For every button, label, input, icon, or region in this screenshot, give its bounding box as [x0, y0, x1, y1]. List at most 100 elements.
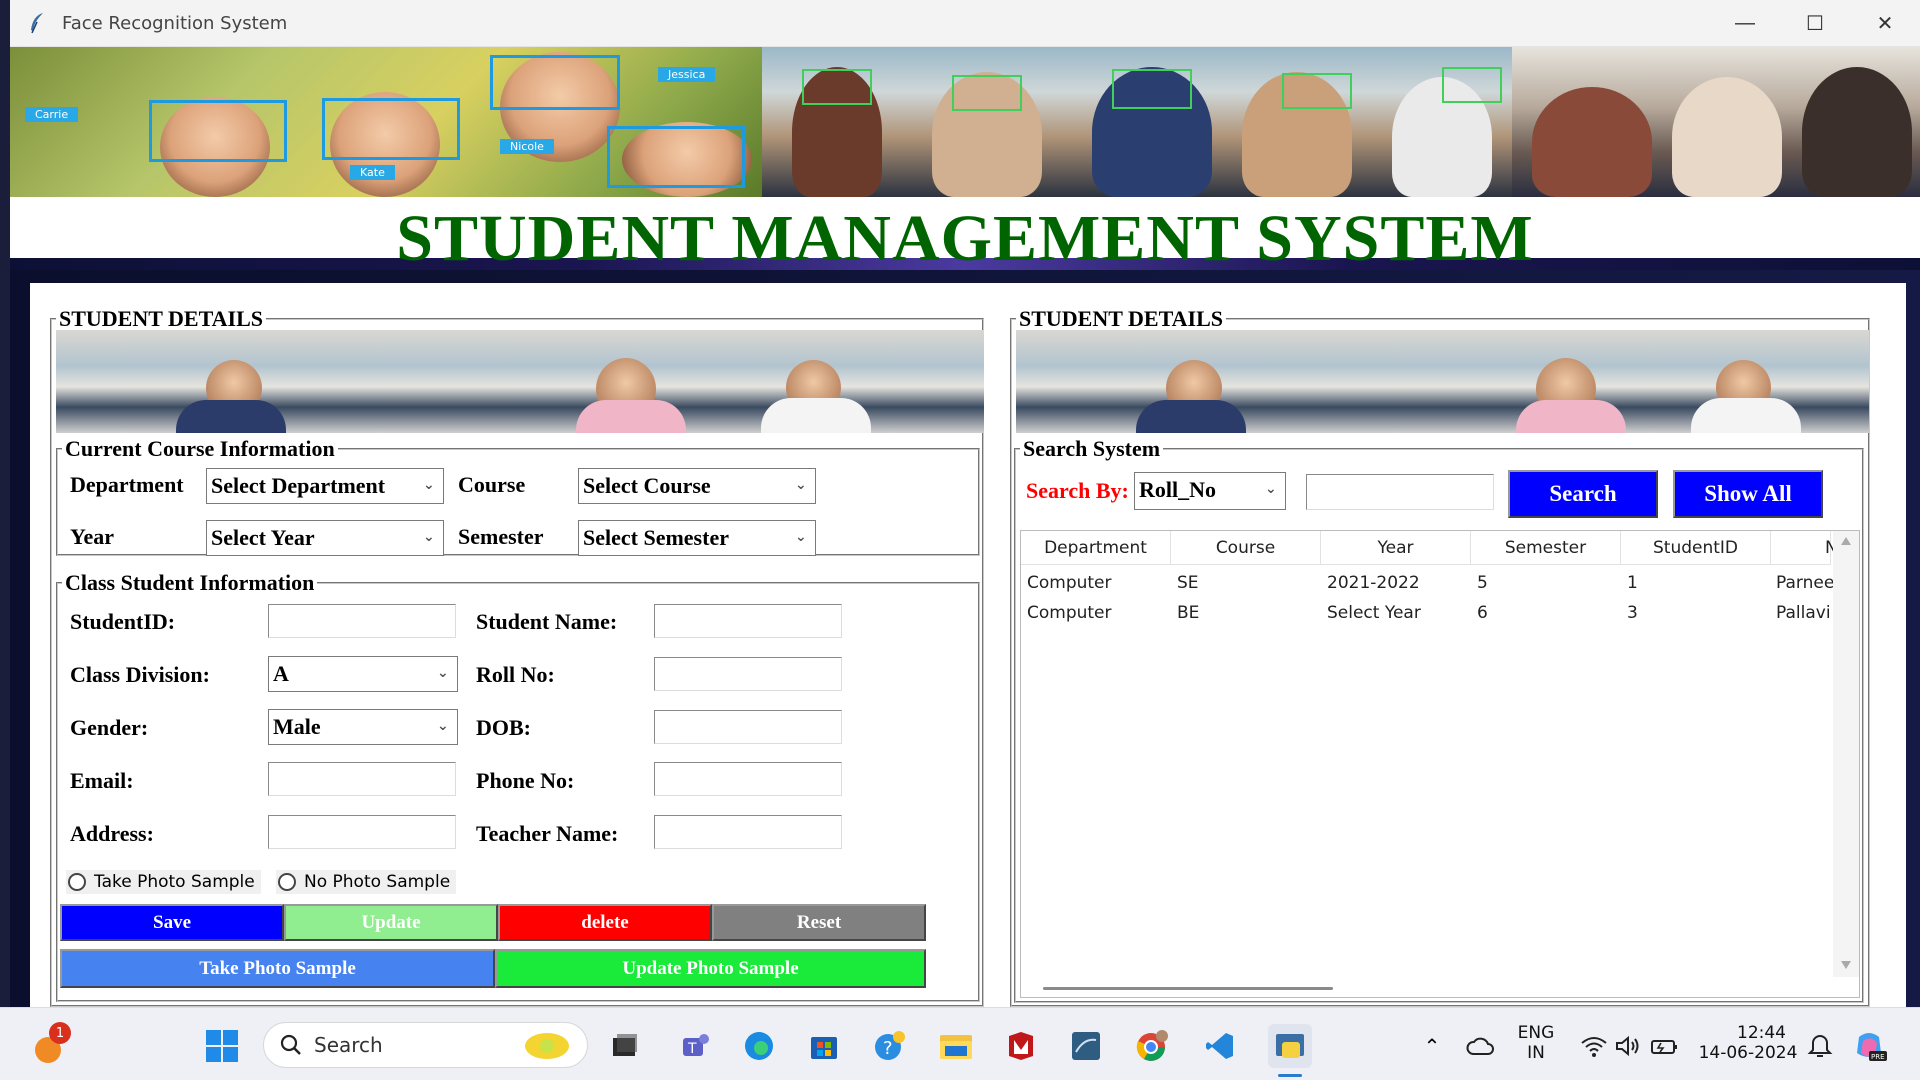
- take-photo-radio[interactable]: Take Photo Sample: [66, 870, 261, 894]
- take-photo-button[interactable]: Take Photo Sample: [60, 949, 495, 988]
- save-button[interactable]: Save: [60, 904, 284, 941]
- search-icon: [280, 1034, 301, 1055]
- email-field[interactable]: [268, 762, 456, 796]
- column-header-department[interactable]: Department: [1021, 531, 1171, 565]
- face-box: [149, 100, 287, 162]
- child-figure: [761, 398, 871, 433]
- cloud-icon[interactable]: [1462, 1028, 1498, 1064]
- horizontal-scrollbar[interactable]: [1043, 987, 1333, 990]
- reset-button[interactable]: Reset: [712, 904, 926, 941]
- column-header-semester[interactable]: Semester: [1471, 531, 1621, 565]
- semester-label: Semester: [458, 524, 544, 549]
- search-by-label: Search By:: [1026, 478, 1129, 503]
- search-system-frame: Search System Search By: Roll_No ⌄ Search…: [1014, 436, 1864, 1003]
- course-select[interactable]: Select Course ⌄: [578, 468, 816, 504]
- mcafee-icon[interactable]: [1003, 1028, 1039, 1064]
- table-cell: Select Year: [1327, 603, 1421, 623]
- volume-icon[interactable]: [1610, 1028, 1646, 1064]
- column-header-studentid[interactable]: StudentID: [1621, 531, 1771, 565]
- chevron-down-icon: ⌄: [795, 477, 807, 493]
- scroll-down-arrow-icon[interactable]: [1841, 961, 1851, 969]
- table-cell: SE: [1177, 573, 1199, 593]
- svg-text:T: T: [687, 1041, 697, 1057]
- svg-text:PRE: PRE: [1871, 1053, 1885, 1061]
- class-info-title: Class Student Information: [62, 570, 318, 596]
- address-field[interactable]: [268, 815, 456, 849]
- windows-start-icon[interactable]: [204, 1028, 240, 1064]
- edge-icon[interactable]: [741, 1028, 777, 1064]
- chevron-down-icon: ⌄: [437, 665, 449, 681]
- phone-field[interactable]: [654, 762, 842, 796]
- chrome-icon[interactable]: [1134, 1028, 1170, 1064]
- face-box: [1442, 67, 1502, 103]
- delete-button[interactable]: delete: [498, 904, 712, 941]
- child-figure: [1691, 398, 1801, 433]
- help-icon[interactable]: ?: [872, 1028, 908, 1064]
- battery-icon[interactable]: [1646, 1028, 1682, 1064]
- department-label: Department: [70, 472, 184, 497]
- app-window: Face Recognition System — ☐ ✕ Carrie Kat…: [10, 0, 1920, 1007]
- python-app-icon[interactable]: [1268, 1024, 1312, 1068]
- roll-no-label: Roll No:: [476, 662, 555, 687]
- dob-field[interactable]: [654, 710, 842, 744]
- face-box: [490, 55, 620, 110]
- column-header-year[interactable]: Year: [1321, 531, 1471, 565]
- search-button[interactable]: Search: [1508, 470, 1658, 518]
- store-icon[interactable]: [806, 1028, 842, 1064]
- minimize-button[interactable]: —: [1710, 0, 1780, 46]
- mysql-workbench-icon[interactable]: [1068, 1028, 1104, 1064]
- face-box: [607, 126, 745, 188]
- table-cell: 1: [1627, 573, 1638, 593]
- teams-icon[interactable]: T: [677, 1028, 713, 1064]
- scroll-up-arrow-icon[interactable]: [1841, 537, 1851, 545]
- clock[interactable]: 12:44 14-06-2024: [1696, 1023, 1800, 1063]
- taskbar-search[interactable]: Search: [263, 1022, 588, 1068]
- face-tag: Kate: [350, 165, 395, 180]
- student-figure: [1802, 67, 1912, 197]
- close-button[interactable]: ✕: [1850, 0, 1920, 46]
- dob-label: DOB:: [476, 715, 531, 740]
- radio-circle-icon: [68, 873, 86, 891]
- student-id-field[interactable]: [268, 604, 456, 638]
- language-indicator[interactable]: ENG IN: [1512, 1023, 1560, 1063]
- vertical-scrollbar[interactable]: [1833, 531, 1859, 977]
- vscode-icon[interactable]: [1202, 1028, 1238, 1064]
- department-select[interactable]: Select Department ⌄: [206, 468, 444, 504]
- wifi-icon[interactable]: [1576, 1028, 1612, 1064]
- right-student-details-frame: STUDENT DETAILS Search System Search By:…: [1010, 306, 1870, 1007]
- phone-label: Phone No:: [476, 768, 575, 793]
- address-label: Address:: [70, 821, 154, 846]
- roll-no-field[interactable]: [654, 657, 842, 691]
- search-by-select[interactable]: Roll_No ⌄: [1134, 472, 1286, 510]
- year-select[interactable]: Select Year ⌄: [206, 520, 444, 556]
- maximize-button[interactable]: ☐: [1780, 0, 1850, 46]
- student-name-field[interactable]: [654, 604, 842, 638]
- teacher-field[interactable]: [654, 815, 842, 849]
- chevron-down-icon: ⌄: [437, 718, 449, 734]
- semester-select[interactable]: Select Semester ⌄: [578, 520, 816, 556]
- lemon-icon: [525, 1033, 569, 1059]
- update-button[interactable]: Update: [284, 904, 498, 941]
- chevron-down-icon: ⌄: [423, 529, 435, 545]
- copilot-icon[interactable]: PRE: [1852, 1028, 1888, 1064]
- show-all-button[interactable]: Show All: [1673, 470, 1823, 518]
- update-photo-button[interactable]: Update Photo Sample: [495, 949, 926, 988]
- terminal-icon[interactable]: [607, 1028, 643, 1064]
- child-figure: [576, 400, 686, 433]
- gender-select[interactable]: Male ⌄: [268, 709, 458, 745]
- student-figure: [1672, 77, 1782, 197]
- column-header-name[interactable]: N: [1771, 531, 1838, 565]
- search-input[interactable]: [1306, 474, 1494, 510]
- title-strip: STUDENT MANAGEMENT SYSTEM: [10, 197, 1920, 270]
- no-photo-radio[interactable]: No Photo Sample: [276, 870, 457, 894]
- chevron-up-icon[interactable]: ⌃: [1414, 1028, 1450, 1064]
- face-tag: Nicole: [500, 139, 554, 154]
- notifications-bell-icon[interactable]: [1802, 1028, 1838, 1064]
- class-division-select[interactable]: A ⌄: [268, 656, 458, 692]
- file-explorer-icon[interactable]: [938, 1028, 974, 1064]
- teacher-label: Teacher Name:: [476, 821, 619, 846]
- column-header-course[interactable]: Course: [1171, 531, 1321, 565]
- banner: Carrie Kate Nicole Jessica: [10, 47, 1920, 197]
- classroom-image: [762, 47, 1512, 197]
- classroom-photo: [1016, 330, 1869, 433]
